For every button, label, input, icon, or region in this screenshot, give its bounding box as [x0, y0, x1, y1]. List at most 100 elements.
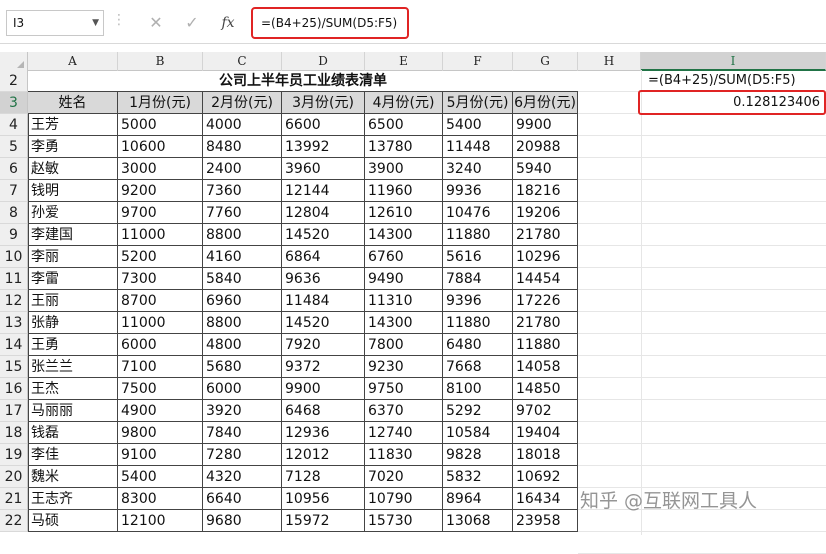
row-header[interactable]: 14	[0, 334, 28, 356]
sales-value-cell[interactable]: 5000	[118, 114, 203, 136]
employee-name-cell[interactable]: 李建国	[28, 224, 118, 246]
sales-value-cell[interactable]: 11880	[443, 312, 513, 334]
sales-value-cell[interactable]: 18216	[513, 180, 578, 202]
enter-icon[interactable]: ✓	[178, 10, 206, 36]
sales-value-cell[interactable]: 14520	[282, 312, 365, 334]
sales-value-cell[interactable]: 9372	[282, 356, 365, 378]
row-header[interactable]: 8	[0, 202, 28, 224]
sales-value-cell[interactable]: 7884	[443, 268, 513, 290]
sales-value-cell[interactable]: 3000	[118, 158, 203, 180]
column-title-cell[interactable]: 4月份(元)	[365, 92, 443, 114]
sales-value-cell[interactable]: 8700	[118, 290, 203, 312]
sales-value-cell[interactable]: 4320	[203, 466, 282, 488]
row-header[interactable]: 20	[0, 466, 28, 488]
sales-value-cell[interactable]: 5840	[203, 268, 282, 290]
row-header[interactable]: 22	[0, 510, 28, 532]
employee-name-cell[interactable]: 孙爱	[28, 202, 118, 224]
sales-value-cell[interactable]: 13992	[282, 136, 365, 158]
cell-i3-result[interactable]: 0.128123406	[638, 90, 826, 115]
sales-value-cell[interactable]: 6960	[203, 290, 282, 312]
sales-value-cell[interactable]: 3920	[203, 400, 282, 422]
row-header[interactable]: 4	[0, 114, 28, 136]
name-box[interactable]: I3 ▼	[6, 10, 104, 36]
sales-value-cell[interactable]: 6640	[203, 488, 282, 510]
sales-value-cell[interactable]: 10584	[443, 422, 513, 444]
sales-value-cell[interactable]: 6500	[365, 114, 443, 136]
sales-value-cell[interactable]: 5616	[443, 246, 513, 268]
sales-value-cell[interactable]: 9700	[118, 202, 203, 224]
sales-value-cell[interactable]: 19206	[513, 202, 578, 224]
sales-value-cell[interactable]: 23958	[513, 510, 578, 532]
sales-value-cell[interactable]: 10692	[513, 466, 578, 488]
sales-value-cell[interactable]: 4000	[203, 114, 282, 136]
column-header-b[interactable]: B	[118, 52, 203, 71]
formula-input[interactable]: =(B4+25)/SUM(D5:F5)	[251, 7, 409, 39]
sales-value-cell[interactable]: 9750	[365, 378, 443, 400]
sales-value-cell[interactable]: 7668	[443, 356, 513, 378]
column-title-cell[interactable]: 姓名	[28, 92, 118, 114]
sales-value-cell[interactable]: 9680	[203, 510, 282, 532]
chevron-down-icon[interactable]: ▼	[92, 11, 99, 35]
sales-value-cell[interactable]: 7360	[203, 180, 282, 202]
sales-value-cell[interactable]: 7760	[203, 202, 282, 224]
row-header[interactable]: 19	[0, 444, 28, 466]
sales-value-cell[interactable]: 3960	[282, 158, 365, 180]
column-header-e[interactable]: E	[365, 52, 443, 71]
sales-value-cell[interactable]: 11880	[513, 334, 578, 356]
sales-value-cell[interactable]: 3240	[443, 158, 513, 180]
employee-name-cell[interactable]: 王芳	[28, 114, 118, 136]
sales-value-cell[interactable]: 6000	[118, 334, 203, 356]
sales-value-cell[interactable]: 6760	[365, 246, 443, 268]
sales-value-cell[interactable]: 3900	[365, 158, 443, 180]
row-header[interactable]: 15	[0, 356, 28, 378]
column-title-cell[interactable]: 3月份(元)	[282, 92, 365, 114]
sales-value-cell[interactable]: 11960	[365, 180, 443, 202]
sales-value-cell[interactable]: 2400	[203, 158, 282, 180]
sales-value-cell[interactable]: 7300	[118, 268, 203, 290]
sales-value-cell[interactable]: 7500	[118, 378, 203, 400]
sales-value-cell[interactable]: 9828	[443, 444, 513, 466]
sales-value-cell[interactable]: 10296	[513, 246, 578, 268]
column-header-c[interactable]: C	[203, 52, 282, 71]
sales-value-cell[interactable]: 13780	[365, 136, 443, 158]
sales-value-cell[interactable]: 4900	[118, 400, 203, 422]
sales-value-cell[interactable]: 21780	[513, 224, 578, 246]
sales-value-cell[interactable]: 8964	[443, 488, 513, 510]
sales-value-cell[interactable]: 11830	[365, 444, 443, 466]
sales-value-cell[interactable]: 15972	[282, 510, 365, 532]
employee-name-cell[interactable]: 张静	[28, 312, 118, 334]
employee-name-cell[interactable]: 钱磊	[28, 422, 118, 444]
row-header[interactable]: 2	[0, 70, 28, 92]
column-title-cell[interactable]: 1月份(元)	[118, 92, 203, 114]
sales-value-cell[interactable]: 12100	[118, 510, 203, 532]
sales-value-cell[interactable]: 7100	[118, 356, 203, 378]
row-header[interactable]: 6	[0, 158, 28, 180]
sales-value-cell[interactable]: 10600	[118, 136, 203, 158]
sales-value-cell[interactable]: 9200	[118, 180, 203, 202]
employee-name-cell[interactable]: 赵敏	[28, 158, 118, 180]
sales-value-cell[interactable]: 12144	[282, 180, 365, 202]
row-header[interactable]: 17	[0, 400, 28, 422]
sales-value-cell[interactable]: 9702	[513, 400, 578, 422]
column-title-cell[interactable]: 5月份(元)	[443, 92, 513, 114]
employee-name-cell[interactable]: 马硕	[28, 510, 118, 532]
sales-value-cell[interactable]: 4800	[203, 334, 282, 356]
row-header[interactable]: 9	[0, 224, 28, 246]
select-all-corner[interactable]	[0, 52, 28, 71]
sales-value-cell[interactable]: 14850	[513, 378, 578, 400]
sales-value-cell[interactable]: 11448	[443, 136, 513, 158]
column-header-d[interactable]: D	[282, 52, 365, 71]
sales-value-cell[interactable]: 9636	[282, 268, 365, 290]
sales-value-cell[interactable]: 10790	[365, 488, 443, 510]
sales-value-cell[interactable]: 9396	[443, 290, 513, 312]
sales-value-cell[interactable]: 20988	[513, 136, 578, 158]
column-header-f[interactable]: F	[443, 52, 513, 71]
sales-value-cell[interactable]: 11310	[365, 290, 443, 312]
sales-value-cell[interactable]: 10956	[282, 488, 365, 510]
row-header[interactable]: 18	[0, 422, 28, 444]
sales-value-cell[interactable]: 12012	[282, 444, 365, 466]
sales-value-cell[interactable]: 14454	[513, 268, 578, 290]
column-header-a[interactable]: A	[28, 52, 118, 71]
sales-value-cell[interactable]: 5832	[443, 466, 513, 488]
sales-value-cell[interactable]: 12740	[365, 422, 443, 444]
